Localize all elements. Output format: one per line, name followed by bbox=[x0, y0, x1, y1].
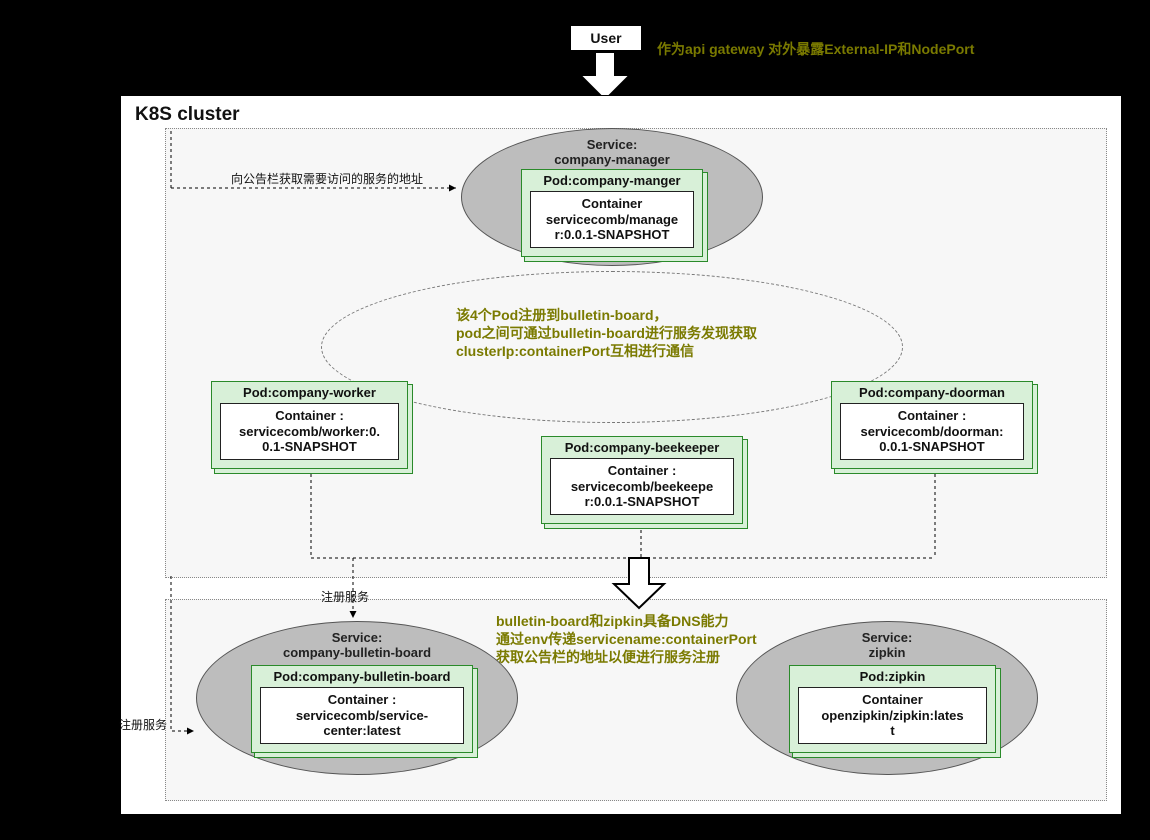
container-worker-l2: servicecomb/worker:0. bbox=[239, 424, 380, 439]
label-fetch-addr: 向公告栏获取需要访问的服务的地址 bbox=[231, 170, 423, 187]
container-zipkin-l3: t bbox=[890, 723, 894, 738]
container-beekeeper: Container : servicecomb/beekeepe r:0.0.1… bbox=[550, 458, 734, 515]
pod-beekeeper-title: Pod:company-beekeeper bbox=[542, 437, 742, 458]
container-manager: Container servicecomb/manage r:0.0.1-SNA… bbox=[530, 191, 694, 248]
container-beekeeper-l2: servicecomb/beekeepe bbox=[571, 479, 713, 494]
svc-bulletin-title1: Service: bbox=[332, 630, 383, 645]
annotation-bottom-l1: bulletin-board和zipkin具备DNS能力 bbox=[496, 613, 729, 629]
container-worker-l3: 0.1-SNAPSHOT bbox=[262, 439, 357, 454]
svc-zipkin-title2: zipkin bbox=[869, 645, 906, 660]
annotation-middle: 该4个Pod注册到bulletin-board， pod之间可通过bulleti… bbox=[456, 306, 757, 361]
k8s-cluster: K8S cluster Service: company-manager Pod… bbox=[120, 95, 1122, 815]
pod-company-worker: Pod:company-worker Container : serviceco… bbox=[211, 381, 408, 469]
container-manager-l1: Container bbox=[582, 196, 643, 211]
pod-company-manager: Pod:company-manger Container servicecomb… bbox=[521, 169, 703, 257]
svc-manager-title2: company-manager bbox=[554, 152, 670, 167]
pod-manager-title: Pod:company-manger bbox=[522, 170, 702, 191]
container-zipkin: Container openzipkin/zipkin:lates t bbox=[798, 687, 987, 744]
container-worker: Container : servicecomb/worker:0. 0.1-SN… bbox=[220, 403, 399, 460]
container-doorman-l2: servicecomb/doorman: bbox=[860, 424, 1003, 439]
label-register-1: 注册服务 bbox=[321, 588, 369, 605]
annotation-gateway: 作为api gateway 对外暴露External-IP和NodePort bbox=[657, 40, 974, 58]
container-doorman-l1: Container : bbox=[898, 408, 967, 423]
container-bulletin: Container : servicecomb/service- center:… bbox=[260, 687, 464, 744]
pod-worker-title: Pod:company-worker bbox=[212, 382, 407, 403]
svc-manager-title1: Service: bbox=[587, 137, 638, 152]
cluster-title: K8S cluster bbox=[135, 104, 240, 126]
pod-zipkin: Pod:zipkin Container openzipkin/zipkin:l… bbox=[789, 665, 996, 753]
pod-company-doorman: Pod:company-doorman Container : servicec… bbox=[831, 381, 1033, 469]
container-worker-l1: Container : bbox=[275, 408, 344, 423]
container-beekeeper-l1: Container : bbox=[608, 463, 677, 478]
container-zipkin-l1: Container bbox=[862, 692, 923, 707]
container-doorman-l3: 0.0.1-SNAPSHOT bbox=[879, 439, 984, 454]
container-bulletin-l3: center:latest bbox=[323, 723, 400, 738]
user-box: User bbox=[570, 25, 642, 51]
annotation-bottom: bulletin-board和zipkin具备DNS能力 通过env传递serv… bbox=[496, 612, 757, 667]
svc-bulletin-title2: company-bulletin-board bbox=[283, 645, 431, 660]
annotation-middle-l1: 该4个Pod注册到bulletin-board， bbox=[456, 307, 668, 323]
annotation-bottom-l2: 通过env传递servicename:containerPort bbox=[496, 631, 757, 647]
annotation-middle-l3: clusterIp:containerPort互相进行通信 bbox=[456, 343, 694, 359]
container-bulletin-l2: servicecomb/service- bbox=[296, 708, 428, 723]
container-manager-l3: r:0.0.1-SNAPSHOT bbox=[555, 227, 670, 242]
container-zipkin-l2: openzipkin/zipkin:lates bbox=[821, 708, 963, 723]
annotation-bottom-l3: 获取公告栏的地址以便进行服务注册 bbox=[496, 649, 720, 665]
pod-zipkin-title: Pod:zipkin bbox=[790, 666, 995, 687]
container-manager-l2: servicecomb/manage bbox=[546, 212, 678, 227]
pod-bulletin-title: Pod:company-bulletin-board bbox=[252, 666, 472, 687]
svc-zipkin-title1: Service: bbox=[862, 630, 913, 645]
annotation-middle-l2: pod之间可通过bulletin-board进行服务发现获取 bbox=[456, 325, 757, 341]
label-register-2: 注册服务 bbox=[119, 716, 167, 733]
container-bulletin-l1: Container : bbox=[328, 692, 397, 707]
container-beekeeper-l3: r:0.0.1-SNAPSHOT bbox=[585, 494, 700, 509]
container-doorman: Container : servicecomb/doorman: 0.0.1-S… bbox=[840, 403, 1024, 460]
pod-doorman-title: Pod:company-doorman bbox=[832, 382, 1032, 403]
pod-bulletin-board: Pod:company-bulletin-board Container : s… bbox=[251, 665, 473, 753]
pod-company-beekeeper: Pod:company-beekeeper Container : servic… bbox=[541, 436, 743, 524]
